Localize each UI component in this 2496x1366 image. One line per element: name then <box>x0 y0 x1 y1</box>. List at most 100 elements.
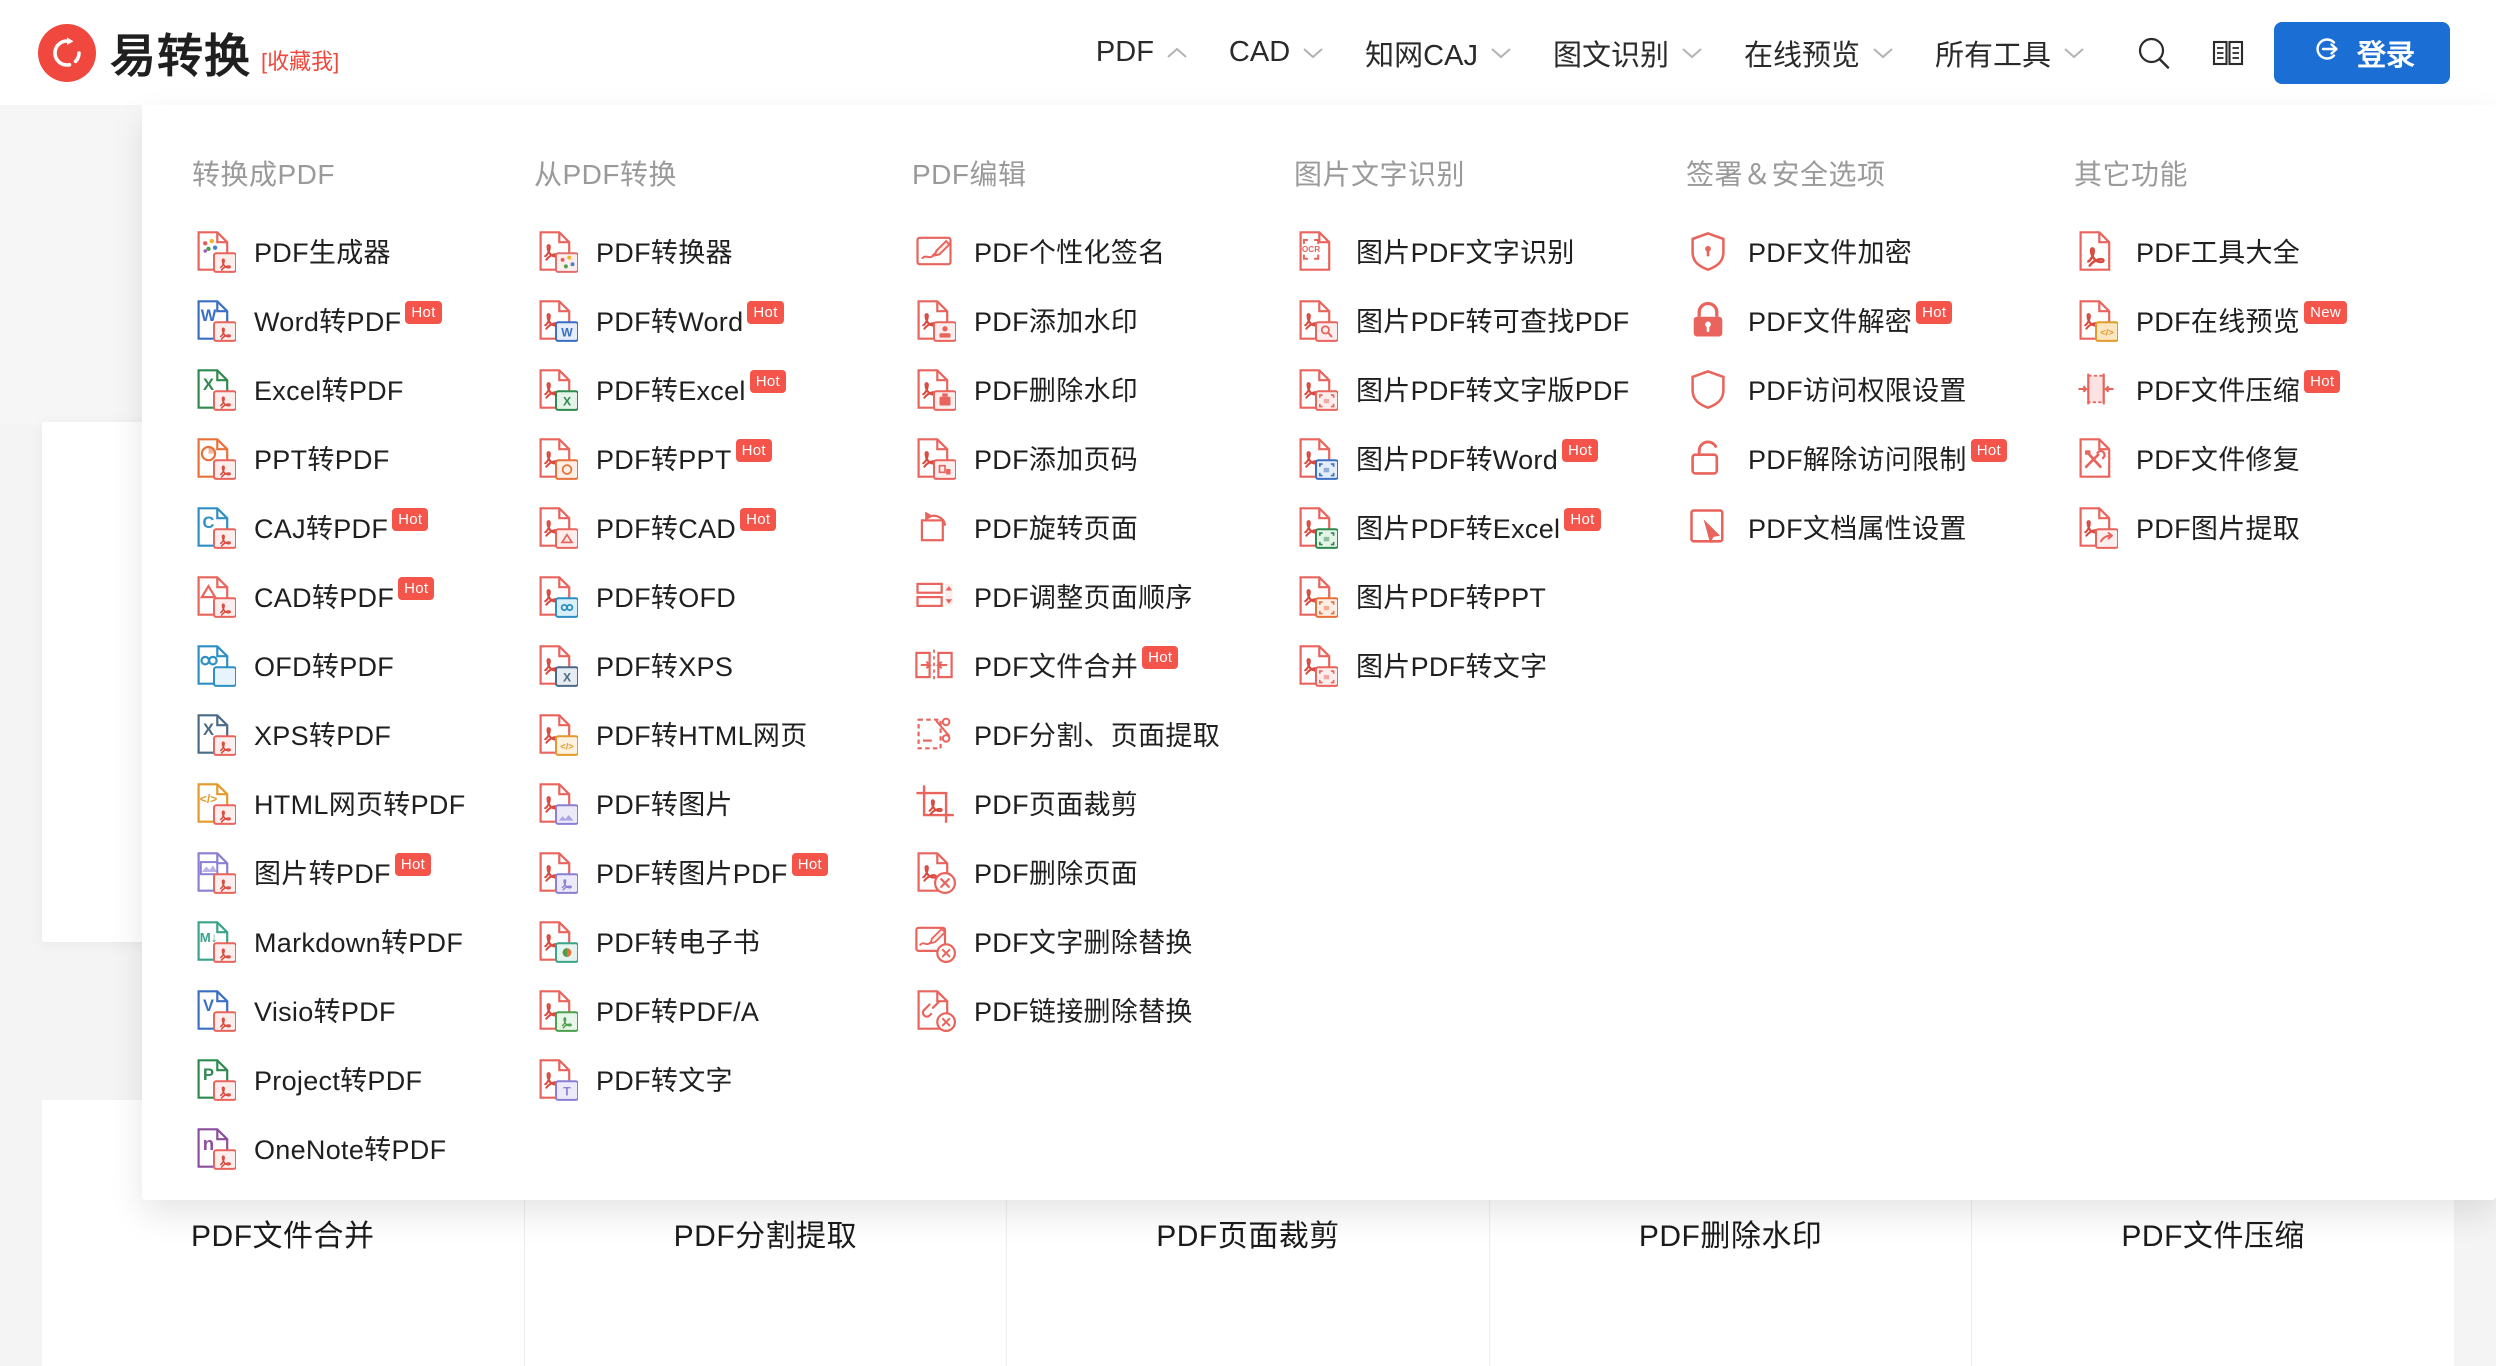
menu-item-label-wrap: PDF图片提取 <box>2136 507 2300 546</box>
chevron-down-icon <box>2062 46 2086 60</box>
ocr-to-excel-icon <box>1294 505 1338 549</box>
menu-item[interactable]: PDF分割、页面提取 <box>912 699 1294 768</box>
menu-item[interactable]: 图片PDF转文字 <box>1294 630 1686 699</box>
menu-item[interactable]: T PDF转文字 <box>534 1044 912 1113</box>
menu-item[interactable]: M↓ Markdown转PDF <box>192 906 534 975</box>
menu-item[interactable]: X Excel转PDF <box>192 354 534 423</box>
menu-item[interactable]: PDF添加水印 <box>912 285 1294 354</box>
menu-item[interactable]: PDF文件压缩 Hot <box>2074 354 2424 423</box>
nav-item-4[interactable]: 图文识别 <box>1553 32 1704 74</box>
menu-item-label: OFD转PDF <box>254 652 395 682</box>
menu-item[interactable]: PDF文件合并 Hot <box>912 630 1294 699</box>
menu-item[interactable]: PDF链接删除替换 <box>912 975 1294 1044</box>
nav-item-2[interactable]: CAD <box>1229 36 1325 69</box>
onenote-to-pdf-icon: n <box>192 1126 236 1170</box>
menu-item[interactable]: PDF转图片PDF Hot <box>534 837 912 906</box>
menu-item[interactable]: PDF文件加密 <box>1686 216 2074 285</box>
menu-item[interactable]: 图片PDF转Excel Hot <box>1294 492 1686 561</box>
menu-item[interactable]: PDF生成器 <box>192 216 534 285</box>
menu-item[interactable]: X PDF转XPS <box>534 630 912 699</box>
menu-item-label: PDF工具大全 <box>2136 238 2301 268</box>
ocr-icon: OCR <box>1294 229 1338 273</box>
menu-item[interactable]: W Word转PDF Hot <box>192 285 534 354</box>
menu-item[interactable]: PDF转PPT Hot <box>534 423 912 492</box>
svg-text:</>: </> <box>2100 327 2114 337</box>
menu-item[interactable]: PDF转OFD <box>534 561 912 630</box>
menu-item-label-wrap: PDF调整页面顺序 <box>974 576 1193 615</box>
menu-item[interactable]: 图片PDF转文字版PDF <box>1294 354 1686 423</box>
menu-item[interactable]: PDF工具大全 <box>2074 216 2424 285</box>
menu-item[interactable]: X XPS转PDF <box>192 699 534 768</box>
menu-item[interactable]: PDF转图片 <box>534 768 912 837</box>
chevron-up-icon <box>1165 46 1189 60</box>
menu-item[interactable]: PDF文档属性设置 <box>1686 492 2074 561</box>
html-to-pdf-icon: </> <box>192 781 236 825</box>
menu-item[interactable]: 图片PDF转PPT <box>1294 561 1686 630</box>
menu-item[interactable]: PDF访问权限设置 <box>1686 354 2074 423</box>
login-button[interactable]: 登录 <box>2274 21 2450 84</box>
menu-item[interactable]: 图片PDF转Word Hot <box>1294 423 1686 492</box>
pdf-to-image-pdf-icon <box>534 850 578 894</box>
menu-item[interactable]: PDF调整页面顺序 <box>912 561 1294 630</box>
menu-item-badge: Hot <box>398 577 435 600</box>
menu-item[interactable]: PDF文件解密 Hot <box>1686 285 2074 354</box>
menu-item[interactable]: PDF文件修复 <box>2074 423 2424 492</box>
menu-item[interactable]: PDF解除访问限制 Hot <box>1686 423 2074 492</box>
menu-item[interactable]: n OneNote转PDF <box>192 1113 534 1182</box>
menu-item-label-wrap: PDF转PDF/A <box>596 990 759 1029</box>
menu-item[interactable]: PDF图片提取 <box>2074 492 2424 561</box>
menu-item-label-wrap: PDF转XPS <box>596 645 733 684</box>
menu-item[interactable]: </> HTML网页转PDF <box>192 768 534 837</box>
menu-item[interactable]: </> PDF在线预览 New <box>2074 285 2424 354</box>
menu-item[interactable]: X PDF转Excel Hot <box>534 354 912 423</box>
menu-item-label-wrap: PPT转PDF <box>254 438 390 477</box>
menu-item[interactable]: PDF删除页面 <box>912 837 1294 906</box>
nav-item-6[interactable]: 所有工具 <box>1935 32 2086 74</box>
nav-item-5[interactable]: 在线预览 <box>1744 32 1895 74</box>
menu-item-label: Markdown转PDF <box>254 928 464 958</box>
menu-item-label-wrap: PDF转换器 <box>596 231 733 270</box>
menu-item[interactable]: 图片PDF转可查找PDF <box>1294 285 1686 354</box>
menu-item-label-wrap: CAD转PDF Hot <box>254 576 435 615</box>
nav-item-1[interactable]: PDF <box>1096 36 1189 69</box>
menu-item[interactable]: PDF转CAD Hot <box>534 492 912 561</box>
project-to-pdf-icon: P <box>192 1057 236 1101</box>
mega-column-6: 其它功能 PDF工具大全 </> PDF在线预览 New PDF文件压缩 Hot PDF文件修… <box>2074 153 2424 1182</box>
menu-item[interactable]: PDF个性化签名 <box>912 216 1294 285</box>
menu-item[interactable]: CAD转PDF Hot <box>192 561 534 630</box>
nav-item-3[interactable]: 知网CAJ <box>1365 32 1513 74</box>
menu-item[interactable]: C CAJ转PDF Hot <box>192 492 534 561</box>
menu-item[interactable]: PDF旋转页面 <box>912 492 1294 561</box>
pdf-to-ppt-icon <box>534 436 578 480</box>
menu-item-label-wrap: PDF文件压缩 Hot <box>2136 369 2341 408</box>
menu-item-badge: Hot <box>735 439 772 462</box>
menu-item[interactable]: V Visio转PDF <box>192 975 534 1044</box>
menu-item-label-wrap: HTML网页转PDF <box>254 783 466 822</box>
menu-item[interactable]: PDF页面裁剪 <box>912 768 1294 837</box>
menu-item[interactable]: P Project转PDF <box>192 1044 534 1113</box>
svg-text:W: W <box>561 325 573 339</box>
pdf-mega-menu: 转换成PDF PDF生成器 W Word转PDF Hot X Excel转PDF PPT转PD… <box>142 105 2496 1200</box>
menu-item[interactable]: PDF转电子书 <box>534 906 912 975</box>
menu-item-label: PPT转PDF <box>254 445 390 475</box>
add-favorite-link[interactable]: [收藏我] <box>261 44 339 76</box>
menu-item-label-wrap: PDF分割、页面提取 <box>974 714 1220 753</box>
menu-item[interactable]: PDF删除水印 <box>912 354 1294 423</box>
menu-item[interactable]: </> PDF转HTML网页 <box>534 699 912 768</box>
svg-text:P: P <box>203 1066 214 1084</box>
menu-item[interactable]: PDF文字删除替换 <box>912 906 1294 975</box>
menu-item[interactable]: 图片转PDF Hot <box>192 837 534 906</box>
menu-item[interactable]: W PDF转Word Hot <box>534 285 912 354</box>
menu-item-badge: Hot <box>2304 370 2341 393</box>
pdf-to-ebook-icon <box>534 919 578 963</box>
book-icon[interactable] <box>2200 25 2256 81</box>
menu-item[interactable]: PPT转PDF <box>192 423 534 492</box>
menu-item-label: PDF转电子书 <box>596 928 761 958</box>
menu-item[interactable]: OCR 图片PDF文字识别 <box>1294 216 1686 285</box>
search-icon[interactable] <box>2126 25 2182 81</box>
menu-item[interactable]: PDF添加页码 <box>912 423 1294 492</box>
menu-item[interactable]: OFD转PDF <box>192 630 534 699</box>
menu-item[interactable]: PDF转PDF/A <box>534 975 912 1044</box>
brand[interactable]: 易转换 [收藏我] <box>38 20 339 86</box>
menu-item[interactable]: PDF转换器 <box>534 216 912 285</box>
